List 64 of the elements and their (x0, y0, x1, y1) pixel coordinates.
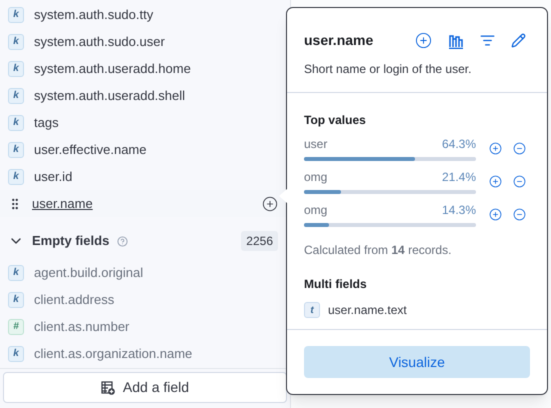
field-type-badge: k (8, 34, 24, 50)
add-field-button[interactable]: Add a field (3, 372, 287, 403)
field-name[interactable]: user.id (34, 166, 72, 186)
field-row[interactable]: # client.as.number (0, 313, 290, 340)
field-row[interactable]: k system.auth.useradd.shell (0, 82, 290, 109)
exclude-value-icon[interactable] (513, 142, 526, 154)
field-row[interactable]: k system.auth.sudo.tty (0, 1, 290, 28)
bar-chart-icon[interactable] (448, 32, 464, 48)
field-name[interactable]: system.auth.useradd.home (34, 58, 191, 78)
field-row[interactable]: k system.auth.sudo.user (0, 28, 290, 55)
field-type-badge: k (8, 168, 24, 184)
field-type-badge: k (8, 88, 24, 104)
field-name[interactable]: user.effective.name (34, 140, 146, 160)
add-field-icon[interactable] (262, 196, 278, 212)
field-type-badge: k (8, 6, 24, 22)
field-description: Short name or login of the user. (304, 61, 472, 78)
section-title: Top values (304, 112, 367, 129)
section-title[interactable]: Empty fields (32, 231, 110, 251)
filter-icon[interactable] (480, 33, 495, 48)
field-row[interactable]: k tags (0, 109, 290, 136)
field-row[interactable]: k user.effective.name (0, 136, 290, 163)
help-icon (117, 236, 128, 246)
field-type-badge: t (304, 302, 320, 318)
field-name[interactable]: system.auth.sudo.user (34, 32, 165, 52)
field-row[interactable]: k client.as.organization.name (0, 340, 290, 367)
exclude-value-icon[interactable] (513, 208, 526, 220)
visualize-button[interactable]: Visualize (304, 346, 530, 378)
value-label: omg (304, 169, 328, 186)
field-row[interactable]: k agent.build.original (0, 259, 290, 286)
exclude-value-icon[interactable] (513, 174, 526, 188)
field-type-badge: k (8, 346, 24, 362)
field-type-badge: # (8, 318, 24, 334)
field-row[interactable]: k user.id (0, 163, 290, 190)
table-add-icon (100, 380, 115, 394)
value-label: omg (304, 202, 328, 219)
field-name[interactable]: client.as.number (34, 316, 130, 336)
section-title: Multi fields (304, 276, 368, 293)
field-name[interactable]: client.address (34, 290, 114, 310)
field-row[interactable]: k system.auth.useradd.home (0, 55, 290, 82)
value-percent: 21.4% (442, 169, 476, 186)
field-type-badge: k (8, 60, 24, 76)
field-type-badge: k (8, 114, 24, 130)
field-count: 2256 (241, 231, 278, 251)
popover-title: user.name (304, 31, 374, 50)
add-filter-icon[interactable] (415, 32, 432, 49)
field-name[interactable]: tags (34, 112, 59, 132)
field-name[interactable]: system.auth.sudo.tty (34, 4, 154, 24)
value-percent: 64.3% (442, 136, 476, 153)
field-type-badge: k (8, 292, 24, 308)
include-value-icon[interactable] (489, 142, 502, 154)
value-percent: 14.3% (442, 202, 476, 219)
field-type-badge: k (8, 264, 24, 280)
edit-icon[interactable] (511, 33, 526, 48)
field-name[interactable]: agent.build.original (34, 262, 144, 282)
field-type-badge: k (8, 142, 24, 158)
value-label: user (304, 136, 328, 153)
field-row[interactable]: k client.address (0, 286, 290, 313)
include-value-icon[interactable] (489, 174, 502, 188)
multi-field-name: user.name.text (328, 302, 407, 319)
field-name[interactable]: client.as.organization.name (34, 344, 192, 364)
calculated-note: Calculated from 14 records. (304, 242, 452, 259)
include-value-icon[interactable] (489, 208, 502, 220)
field-name[interactable]: system.auth.useradd.shell (34, 86, 186, 106)
field-name[interactable]: user.name (32, 194, 93, 214)
